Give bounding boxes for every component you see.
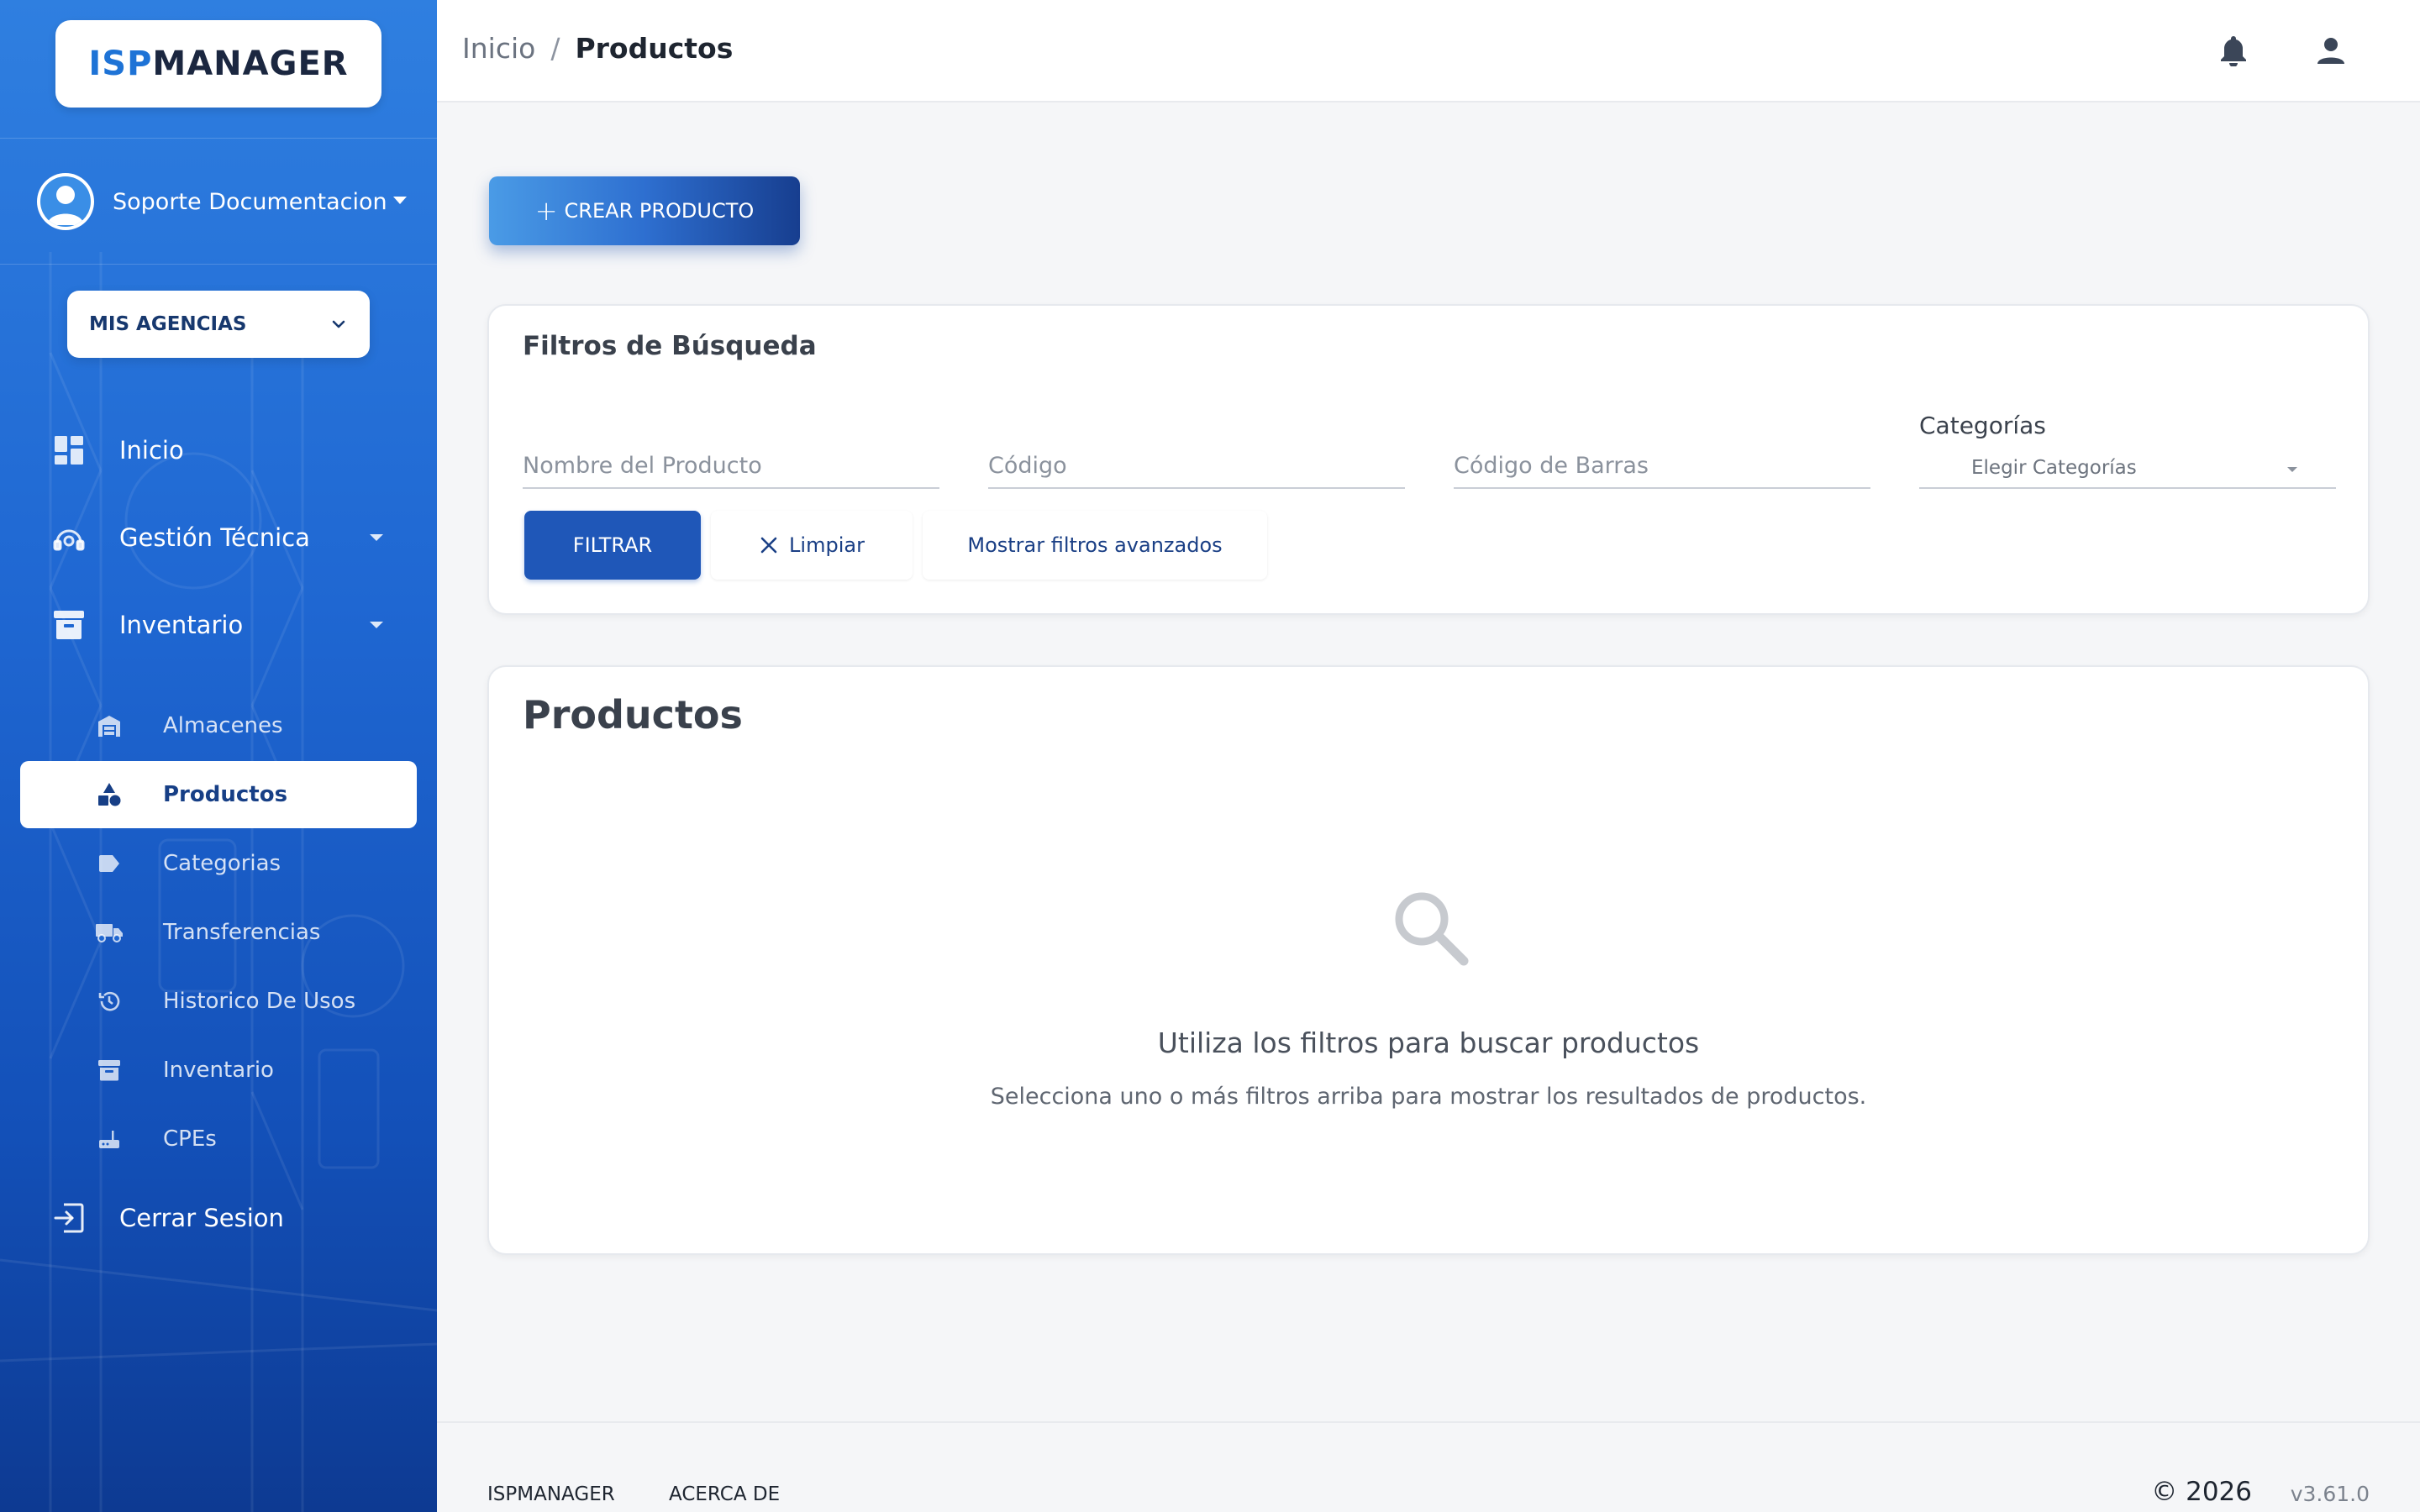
avatar	[37, 173, 94, 230]
products-card: Productos Utiliza los filtros para busca…	[487, 665, 2370, 1255]
tag-icon	[92, 847, 126, 880]
agency-select[interactable]: MIS AGENCIAS	[67, 291, 370, 358]
logout-button[interactable]: Cerrar Sesion	[50, 1193, 403, 1243]
chevron-down-icon	[332, 320, 345, 328]
logout-icon	[50, 1200, 87, 1236]
footer-version: v3.61.0	[2290, 1482, 2370, 1506]
categories-placeholder: Elegir Categorías	[1971, 457, 2137, 479]
truck-icon	[92, 916, 126, 949]
empty-state-title: Utiliza los filtros para buscar producto…	[1157, 1026, 1700, 1059]
user-name: Soporte Documentacion	[113, 188, 387, 215]
clear-filters-button[interactable]: Limpiar	[711, 511, 913, 580]
sidebar-subitem-label: Categorias	[163, 851, 281, 876]
sidebar-divider	[0, 264, 437, 265]
close-icon	[760, 537, 777, 554]
sidebar-subitem-cpes[interactable]: CPEs	[92, 1116, 412, 1163]
sidebar-subitem-label: CPEs	[163, 1126, 217, 1152]
sidebar-subitem-almacenes[interactable]: Almacenes	[92, 702, 412, 749]
caret-down-icon	[370, 534, 383, 541]
show-advanced-filters-button[interactable]: Mostrar filtros avanzados	[923, 511, 1267, 580]
sidebar-item-label: Inventario	[119, 611, 244, 639]
warehouse-icon	[92, 709, 126, 743]
footer: ISPMANAGER ACERCA DE © 2026 v3.61.0	[437, 1421, 2420, 1512]
footer-copyright: © 2026	[2151, 1477, 2252, 1507]
notifications-bell-icon[interactable]	[2215, 32, 2252, 69]
top-bar: Inicio / Productos	[437, 0, 2420, 102]
sidebar-item-label: Gestión Técnica	[119, 523, 310, 552]
categories-label: Categorías	[1919, 412, 2046, 439]
breadcrumb-current: Productos	[575, 32, 734, 65]
sidebar-subitem-label: Transferencias	[163, 920, 321, 945]
caret-down-icon	[2287, 467, 2297, 472]
caret-down-icon	[370, 622, 383, 628]
code-input[interactable]	[988, 453, 1405, 479]
clear-filters-label: Limpiar	[789, 533, 865, 557]
user-menu-caret-icon	[393, 197, 407, 204]
logo-part-manager: MANAGER	[152, 45, 349, 83]
sidebar-item-inventario[interactable]: Inventario	[50, 600, 403, 650]
breadcrumb-home-link[interactable]: Inicio	[462, 32, 535, 65]
archive-icon	[50, 606, 87, 643]
archive-icon	[92, 1053, 126, 1087]
sidebar-item-gestion-tecnica[interactable]: Gestión Técnica	[50, 512, 403, 563]
agency-select-label: MIS AGENCIAS	[89, 313, 247, 335]
breadcrumb: Inicio / Productos	[462, 32, 733, 65]
create-product-button[interactable]: + CREAR PRODUCTO	[489, 176, 800, 245]
categories-select[interactable]: Elegir Categorías	[1919, 449, 2336, 489]
filter-button[interactable]: FILTRAR	[524, 511, 701, 580]
products-title: Productos	[523, 692, 743, 738]
sidebar-subitem-inventario[interactable]: Inventario	[92, 1047, 412, 1094]
sidebar-subitem-historico[interactable]: Historico De Usos	[92, 978, 412, 1025]
router-icon	[92, 1122, 126, 1156]
sidebar-subitem-label: Almacenes	[163, 713, 283, 738]
create-product-label: CREAR PRODUCTO	[564, 199, 755, 223]
account-icon[interactable]	[2312, 32, 2349, 69]
plus-icon: +	[534, 195, 558, 227]
user-menu[interactable]: Soporte Documentacion	[37, 171, 407, 232]
history-icon	[92, 984, 126, 1018]
empty-state-subtitle: Selecciona uno o más filtros arriba para…	[990, 1084, 1867, 1110]
sidebar-divider	[0, 138, 437, 139]
product-name-field	[523, 430, 939, 489]
app-logo[interactable]: ISPMANAGER	[55, 20, 381, 108]
sidebar-subitem-label: Productos	[163, 782, 288, 807]
dashboard-icon	[50, 432, 87, 469]
logo-part-isp: ISP	[88, 45, 153, 83]
sidebar-item-label: Inicio	[119, 436, 184, 465]
sidebar-item-inicio[interactable]: Inicio	[50, 425, 403, 475]
code-field	[988, 430, 1405, 489]
footer-link-ispmanager[interactable]: ISPMANAGER	[487, 1483, 615, 1505]
technician-icon	[50, 519, 87, 556]
sidebar-subitem-transferencias[interactable]: Transferencias	[92, 909, 412, 956]
sidebar: ISPMANAGER Soporte Documentacion MIS AGE…	[0, 0, 437, 1512]
user-avatar-icon	[40, 176, 91, 227]
barcode-field	[1454, 430, 1870, 489]
sidebar-subitem-productos[interactable]: Productos	[92, 771, 412, 818]
sidebar-subitem-categorias[interactable]: Categorias	[92, 840, 412, 887]
shapes-icon	[92, 778, 126, 811]
search-filters-card: Filtros de Búsqueda Categorías Elegir Ca…	[487, 304, 2370, 615]
barcode-input[interactable]	[1454, 453, 1870, 479]
sidebar-subitem-label: Inventario	[163, 1058, 274, 1083]
search-icon	[1395, 892, 1469, 966]
product-name-input[interactable]	[523, 453, 939, 479]
filters-title: Filtros de Búsqueda	[523, 331, 817, 361]
breadcrumb-separator: /	[550, 32, 560, 65]
sidebar-subitem-label: Historico De Usos	[163, 989, 356, 1014]
logout-label: Cerrar Sesion	[119, 1204, 284, 1232]
footer-link-acerca-de[interactable]: ACERCA DE	[669, 1483, 780, 1505]
